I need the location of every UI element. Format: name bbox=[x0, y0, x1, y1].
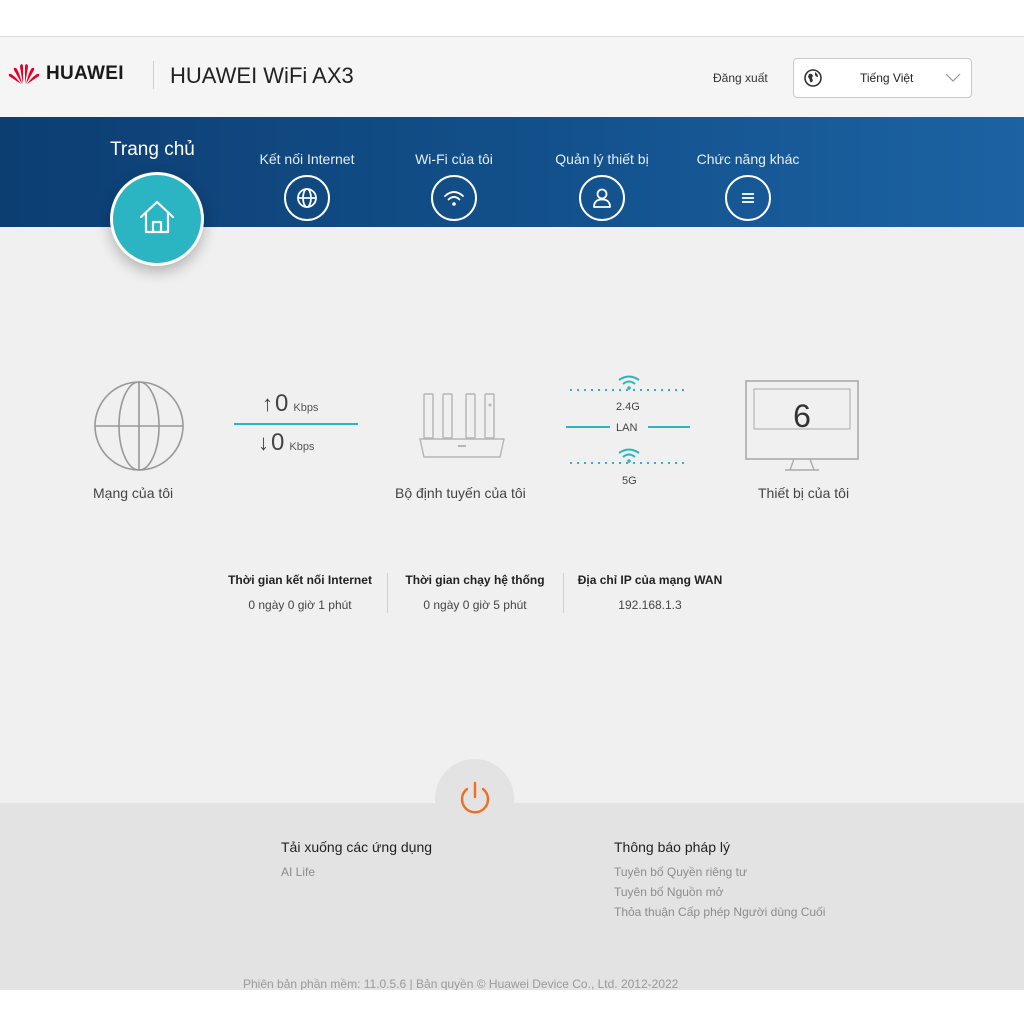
tab-more-circle bbox=[725, 175, 771, 221]
legal-title: Thông báo pháp lý bbox=[614, 839, 730, 855]
tab-devices-circle bbox=[579, 175, 625, 221]
my-network-label: Mạng của tôi bbox=[93, 485, 174, 501]
chevron-down-icon bbox=[945, 73, 961, 82]
upload-value: 0 bbox=[275, 390, 289, 417]
brand-name: HUAWEI bbox=[46, 63, 124, 84]
upload-unit: Kbps bbox=[293, 402, 319, 414]
tab-wifi-label: Wi-Fi của tôi bbox=[415, 151, 493, 167]
arrow-up-icon: ↑ bbox=[262, 391, 273, 416]
info-divider bbox=[563, 573, 564, 613]
huawei-logo-icon bbox=[8, 64, 40, 84]
internet-uptime-title: Thời gian kết nối Internet bbox=[228, 573, 372, 587]
power-icon bbox=[460, 781, 490, 814]
open-source-link[interactable]: Tuyên bố Nguồn mở bbox=[614, 885, 723, 899]
internet-uptime-value: 0 ngày 0 giờ 1 phút bbox=[248, 598, 352, 612]
menu-icon bbox=[742, 193, 754, 203]
wan-ip-title: Địa chỉ IP của mạng WAN bbox=[577, 573, 723, 587]
tab-internet-circle bbox=[284, 175, 330, 221]
my-router-label: Bộ định tuyến của tôi bbox=[395, 485, 526, 501]
wan-ip: Địa chỉ IP của mạng WAN 192.168.1.3 bbox=[572, 573, 728, 612]
download-unit: Kbps bbox=[289, 441, 315, 453]
arrow-down-icon: ↓ bbox=[258, 430, 269, 455]
system-uptime-title: Thời gian chạy hệ thống bbox=[405, 573, 545, 587]
download-value: 0 bbox=[271, 429, 285, 456]
tab-devices-label: Quản lý thiết bị bbox=[555, 151, 649, 167]
tab-more-label: Chức năng khác bbox=[696, 151, 800, 167]
tab-more[interactable]: Chức năng khác bbox=[693, 151, 803, 221]
language-value: Tiếng Việt bbox=[860, 71, 914, 85]
wifi-icon bbox=[444, 191, 464, 206]
power-button[interactable] bbox=[435, 759, 514, 838]
upload-rate: ↑ 0 Kbps bbox=[262, 390, 318, 418]
huawei-logo: HUAWEI bbox=[8, 63, 124, 85]
tab-internet-label: Kết nối Internet bbox=[259, 151, 355, 167]
globe-icon bbox=[297, 188, 317, 208]
connection-links bbox=[566, 375, 690, 464]
traffic-divider bbox=[234, 423, 358, 425]
ai-life-link[interactable]: AI Life bbox=[281, 865, 315, 879]
copyright: Phiên bản phần mềm: 11.0.5.6 | Bản quyền… bbox=[243, 977, 679, 990]
device-count[interactable]: 6 bbox=[748, 398, 856, 435]
band-24g-label: 2.4G bbox=[616, 401, 640, 413]
globe-icon bbox=[804, 69, 822, 87]
tab-wifi-circle bbox=[431, 175, 477, 221]
my-devices-label: Thiết bị của tôi bbox=[758, 485, 850, 501]
home-button[interactable] bbox=[110, 172, 204, 266]
eula-link[interactable]: Thỏa thuận Cấp phép Người dùng Cuối bbox=[614, 905, 825, 919]
tab-wifi[interactable]: Wi-Fi của tôi bbox=[408, 151, 500, 221]
wan-ip-value: 192.168.1.3 bbox=[618, 598, 682, 612]
footer bbox=[0, 803, 1024, 990]
logout-link[interactable]: Đăng xuất bbox=[713, 71, 768, 85]
header: HUAWEI HUAWEI WiFi AX3 Đăng xuất Tiếng V… bbox=[0, 37, 1024, 117]
home-icon bbox=[139, 200, 175, 234]
language-select[interactable]: Tiếng Việt bbox=[793, 58, 972, 98]
download-rate: ↓ 0 Kbps bbox=[258, 429, 314, 457]
user-icon bbox=[593, 188, 611, 208]
privacy-link[interactable]: Tuyên bố Quyền riêng tư bbox=[614, 865, 747, 879]
tab-devices[interactable]: Quản lý thiết bị bbox=[549, 151, 655, 221]
internet-uptime: Thời gian kết nối Internet 0 ngày 0 giờ … bbox=[222, 573, 378, 612]
info-divider bbox=[387, 573, 388, 613]
tab-internet[interactable]: Kết nối Internet bbox=[253, 151, 361, 221]
product-name: HUAWEI WiFi AX3 bbox=[170, 63, 354, 88]
system-uptime: Thời gian chạy hệ thống 0 ngày 0 giờ 5 p… bbox=[399, 573, 551, 612]
page: HUAWEI HUAWEI WiFi AX3 Đăng xuất Tiếng V… bbox=[0, 0, 1024, 1024]
system-uptime-value: 0 ngày 0 giờ 5 phút bbox=[423, 598, 527, 612]
router-icon[interactable] bbox=[418, 391, 506, 463]
lan-label: LAN bbox=[616, 422, 638, 434]
tab-home-label[interactable]: Trang chủ bbox=[110, 139, 195, 161]
internet-globe-icon[interactable] bbox=[93, 380, 185, 472]
logo-divider bbox=[153, 61, 154, 89]
band-5g-label: 5G bbox=[622, 475, 637, 487]
apps-title: Tải xuống các ứng dụng bbox=[281, 839, 433, 855]
router-admin-app: HUAWEI HUAWEI WiFi AX3 Đăng xuất Tiếng V… bbox=[0, 37, 1024, 990]
